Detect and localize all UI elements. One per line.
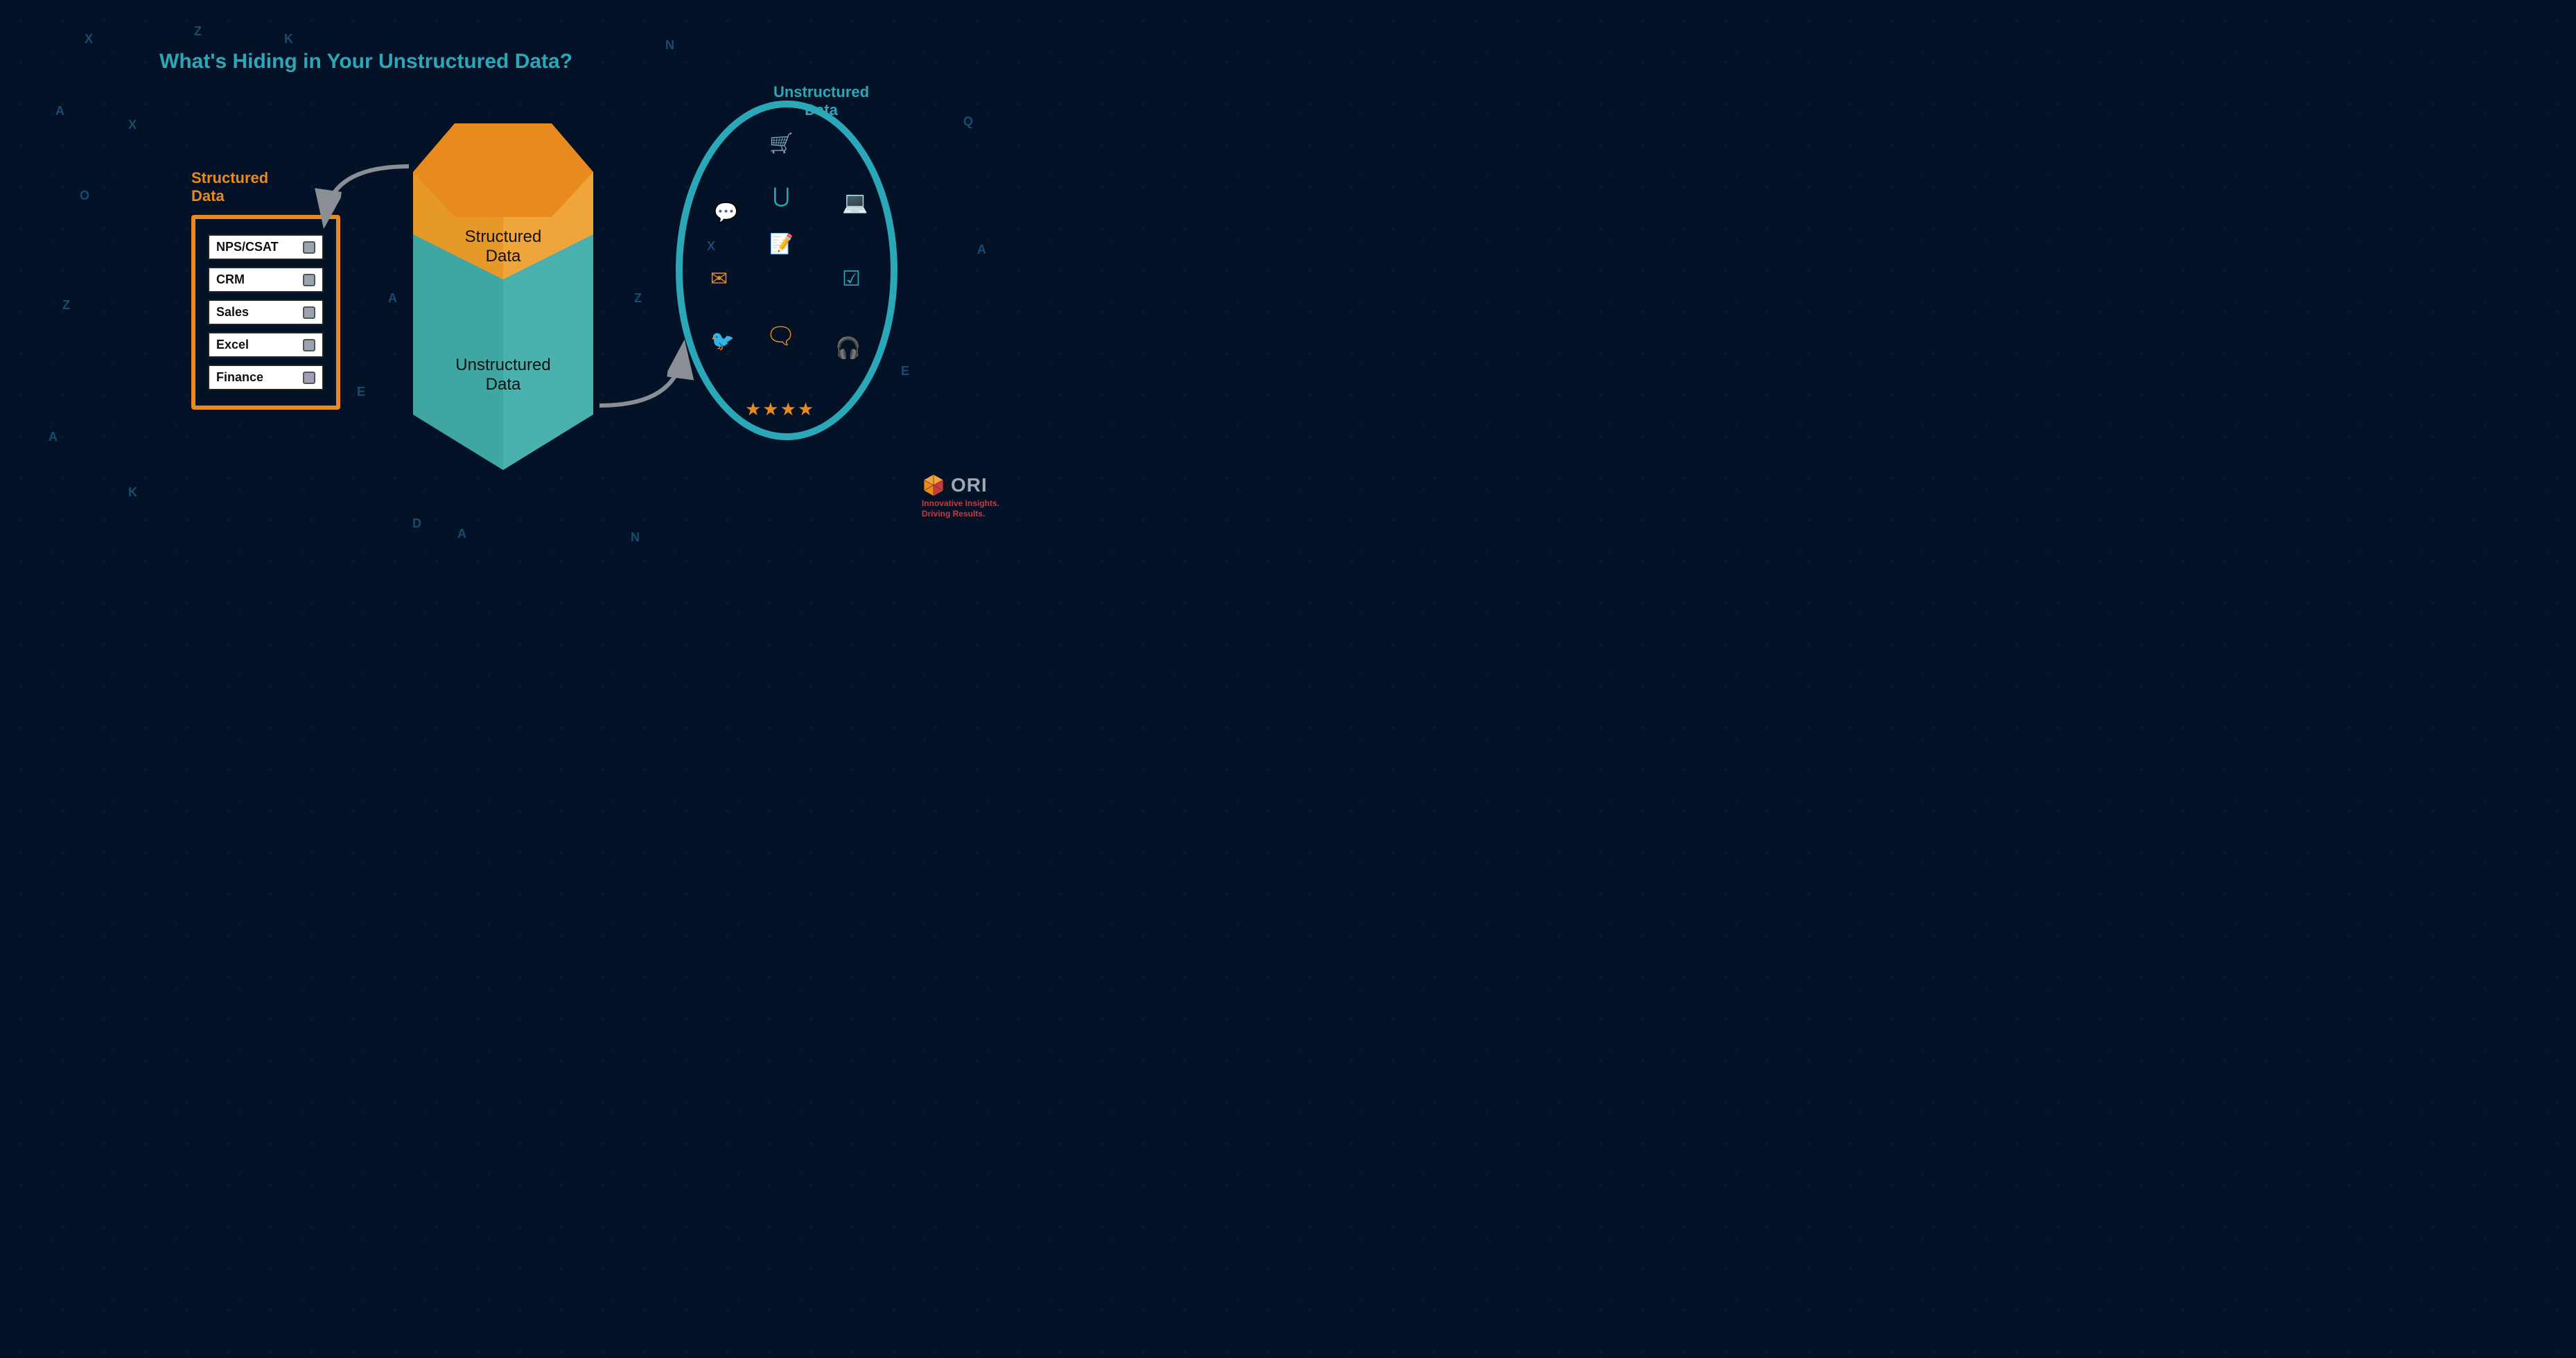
list-item: NPS/CSAT: [208, 234, 324, 260]
slot-icon: [303, 241, 315, 254]
hex-prism-svg: [399, 82, 607, 484]
prism-unstructured-label: Unstructured Data: [399, 356, 607, 394]
list-item: CRM: [208, 267, 324, 293]
note-icon: 📝: [769, 232, 794, 255]
laptop-icon: 💻: [842, 191, 868, 215]
list-item: Finance: [208, 365, 324, 390]
slot-icon: [303, 274, 315, 286]
structured-data-list: NPS/CSAT CRM Sales Excel Finance: [191, 215, 340, 410]
slot-icon: [303, 339, 315, 351]
cart-icon: 🛒: [769, 132, 794, 155]
slot-icon: [303, 306, 315, 319]
mail-icon: ✉: [710, 267, 728, 291]
page-title: What's Hiding in Your Unstructured Data?: [159, 50, 572, 73]
logo-text: ORI: [951, 474, 988, 496]
ori-logo: ORI Innovative Insights. Driving Results…: [922, 473, 999, 519]
chat-icon: 💬: [714, 201, 738, 224]
stars-icon: ★★★★: [745, 399, 815, 420]
checklist-icon: ☑: [842, 267, 861, 291]
prism-structured-label: Structured Data: [399, 227, 607, 266]
structured-data-label: Structured Data: [191, 169, 268, 206]
headset-icon: 🎧: [835, 336, 861, 360]
list-item: Sales: [208, 299, 324, 325]
slot-icon: [303, 372, 315, 384]
voice-icon: 🗨: [766, 322, 796, 350]
list-item: Excel: [208, 332, 324, 358]
magnet-icon: ⋃: [773, 184, 790, 208]
logo-mark-icon: [922, 473, 945, 497]
data-prism: Structured Data Unstructured Data: [399, 82, 607, 470]
twitter-icon: 🐦: [710, 329, 735, 352]
logo-tagline: Innovative Insights. Driving Results.: [922, 498, 999, 519]
unstructured-icon-cloud: 🛒 ⋃ 💬 💻 📝 ✉ ☑ 🐦 🗨 🎧: [686, 121, 887, 419]
